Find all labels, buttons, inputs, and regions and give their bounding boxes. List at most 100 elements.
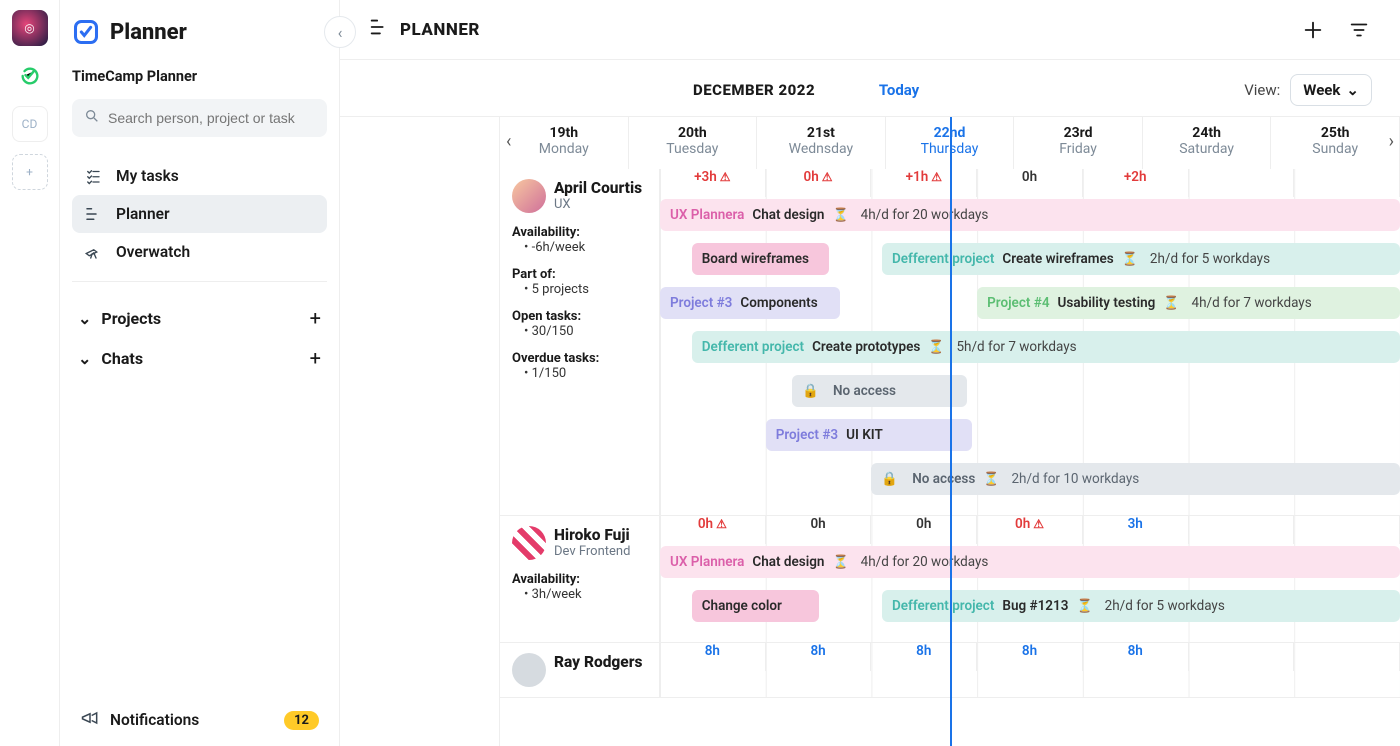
cd-tile[interactable]: CD — [12, 106, 48, 142]
hourglass-icon — [928, 340, 944, 355]
person-card[interactable]: April CourtisUXAvailability:• -6h/weekPa… — [500, 169, 660, 515]
task-bar[interactable]: Board wireframes — [692, 243, 829, 275]
notifications-label[interactable]: Notifications — [110, 711, 199, 729]
day-header[interactable]: 25thSunday — [1271, 117, 1400, 169]
open-value: • 30/150 — [524, 324, 647, 339]
app-subtitle: TimeCamp Planner — [72, 68, 327, 85]
brand: Planner — [72, 18, 327, 46]
task-bar[interactable]: Change color — [692, 590, 819, 622]
section-label: Projects — [101, 309, 161, 328]
task-bar[interactable]: Defferent projectCreate wireframes2h/d f… — [882, 243, 1400, 275]
workspace-tile[interactable]: ◎ — [12, 10, 48, 46]
hours-cell — [1189, 169, 1295, 197]
day-date: 25th — [1271, 125, 1399, 141]
megaphone-icon — [80, 708, 100, 732]
task-project: UX Plannera — [670, 554, 744, 570]
task-name: No access — [912, 471, 975, 487]
add-button[interactable] — [1300, 17, 1326, 43]
task-duration: 4h/d for 7 workdays — [1192, 295, 1312, 311]
day-header[interactable]: 21stWednsday — [757, 117, 886, 169]
nav-label: Planner — [116, 205, 170, 223]
search-field[interactable] — [108, 110, 315, 126]
today-link[interactable]: Today — [879, 81, 919, 99]
hours-cell: 8h — [660, 643, 766, 671]
availability-label: Availability: — [512, 572, 647, 587]
day-date: 24th — [1143, 125, 1271, 141]
hourglass-icon — [983, 472, 999, 487]
hours-cell — [1294, 643, 1400, 671]
telescope-icon — [84, 243, 104, 261]
lock-icon — [881, 471, 904, 487]
section-projects[interactable]: ⌄ Projects + — [72, 298, 327, 338]
brand-title: Planner — [110, 20, 187, 45]
nav-planner[interactable]: Planner — [72, 195, 327, 233]
prev-week-button[interactable]: ‹ — [506, 131, 511, 152]
overdue-value: • 1/150 — [524, 366, 647, 381]
hours-cell: +3h — [660, 169, 766, 197]
search-input[interactable] — [72, 99, 327, 137]
brand-logo-icon — [72, 18, 100, 46]
person-name: Ray Rodgers — [554, 653, 642, 671]
hours-cell: 8h — [1083, 643, 1189, 671]
task-name: Create prototypes — [812, 339, 920, 355]
task-name: Chat design — [752, 554, 824, 570]
task-project: UX Plannera — [670, 207, 744, 223]
planner-icon — [368, 16, 390, 43]
task-duration: 2h/d for 10 workdays — [1011, 471, 1139, 487]
task-duration: 5h/d for 7 workdays — [956, 339, 1076, 355]
timecamp-tile[interactable] — [12, 58, 48, 94]
hours-cell: 0h — [660, 516, 766, 544]
task-project: Defferent project — [702, 339, 804, 355]
hours-cell — [1294, 169, 1400, 197]
day-header[interactable]: 19thMonday — [500, 117, 629, 169]
day-date: 23rd — [1014, 125, 1142, 141]
section-chats[interactable]: ⌄ Chats + — [72, 338, 327, 378]
next-week-button[interactable]: › — [1389, 131, 1394, 152]
avatar — [512, 653, 546, 687]
task-bar[interactable]: UX PlanneraChat design4h/d for 20 workda… — [660, 199, 1400, 231]
task-bar[interactable]: Defferent project Create prototypes 5h/d f… — [692, 331, 1400, 363]
nav-label: My tasks — [116, 167, 179, 185]
task-bar[interactable]: Defferent projectBug #12132h/d for 5 wor… — [882, 590, 1400, 622]
day-header[interactable]: 24thSaturday — [1143, 117, 1272, 169]
task-project: Project #3 — [776, 427, 838, 443]
view-select[interactable]: Week ⌄ — [1290, 74, 1372, 106]
task-name: Components — [740, 295, 817, 311]
day-date: 19th — [500, 125, 628, 141]
task-bar[interactable]: UX PlanneraChat design4h/d for 20 workda… — [660, 546, 1400, 578]
day-header[interactable]: 20thTuesday — [629, 117, 758, 169]
hours-cell — [1189, 516, 1295, 544]
partof-label: Part of: — [512, 267, 647, 282]
hourglass-icon — [1076, 599, 1092, 614]
task-bar[interactable]: Project #4Usability testing4h/d for 7 wo… — [977, 287, 1400, 319]
add-workspace-button[interactable]: + — [12, 154, 48, 190]
person-card[interactable]: Ray Rodgers — [500, 643, 660, 697]
hours-cell — [1294, 516, 1400, 544]
hours-cell: +2h — [1083, 169, 1189, 197]
nav-my-tasks[interactable]: My tasks — [72, 157, 327, 195]
today-marker — [950, 169, 952, 746]
task-bar[interactable]: Project #3UI KIT — [766, 419, 972, 451]
person-card[interactable]: Hiroko FujiDev FrontendAvailability:• 3h… — [500, 516, 660, 642]
hours-cell: 0h — [766, 169, 872, 197]
task-duration: 4h/d for 20 workdays — [861, 207, 989, 223]
add-project-button[interactable]: + — [310, 306, 321, 330]
task-bar[interactable]: Project #3 Components — [660, 287, 840, 319]
day-dow: Tuesday — [629, 141, 757, 157]
day-header[interactable]: 23rdFriday — [1014, 117, 1143, 169]
nav-overwatch[interactable]: Overwatch — [72, 233, 327, 271]
task-project: Project #3 — [670, 295, 732, 311]
hours-cell: 8h — [766, 643, 872, 671]
planner-icon — [84, 205, 104, 223]
add-chat-button[interactable]: + — [310, 346, 321, 370]
hours-cell: 0h — [766, 516, 872, 544]
hours-cell: 8h — [977, 643, 1083, 671]
hours-cell: 0h — [977, 516, 1083, 544]
task-bar[interactable]: No access — [792, 375, 966, 407]
day-dow: Saturday — [1143, 141, 1271, 157]
person-role: UX — [554, 197, 642, 212]
collapse-sidebar-button[interactable]: ‹ — [324, 16, 356, 48]
filter-icon[interactable] — [1346, 17, 1372, 43]
month-label: DECEMBER 2022 — [693, 81, 815, 99]
hours-cell — [1189, 643, 1295, 671]
